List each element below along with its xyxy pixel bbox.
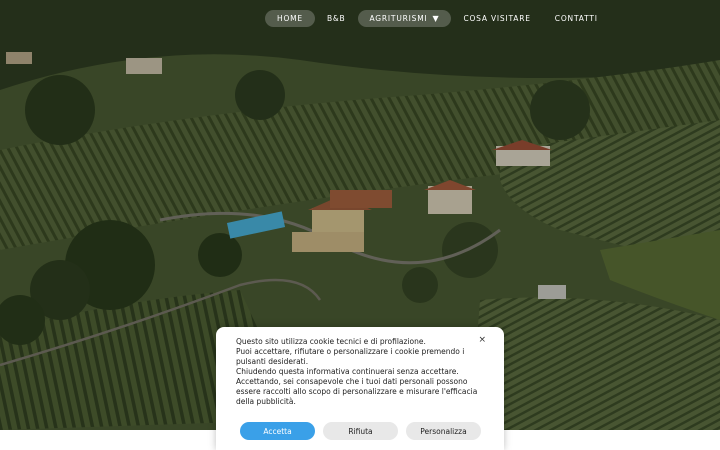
reject-button[interactable]: Rifiuta xyxy=(323,422,398,440)
nav-item-label: B&B xyxy=(326,13,346,23)
cookie-message: Questo sito utilizza cookie tecnici e di… xyxy=(236,337,486,407)
nav-item-home[interactable]: HOME xyxy=(265,9,315,27)
nav-item-contatti[interactable]: CONTATTI xyxy=(543,10,610,27)
nav-item-label: AGRITURISMI xyxy=(369,13,428,23)
accept-button[interactable]: Accetta xyxy=(240,422,315,440)
cookie-message-line: Accettando, sei consapevole che i tuoi d… xyxy=(236,377,478,406)
cookie-message-line: Puoi accettare, rifiutare o personalizza… xyxy=(236,347,465,366)
nav-item-label: COSA VISITARE xyxy=(463,13,531,23)
nav-item-label: HOME xyxy=(277,13,303,23)
nav-item-label: CONTATTI xyxy=(554,13,598,23)
cookie-actions: Accetta Rifiuta Personalizza xyxy=(240,422,481,440)
caret-down-icon: ▼ xyxy=(432,13,440,23)
nav-item-cosa-visitare[interactable]: COSA VISITARE xyxy=(451,10,542,27)
nav-item-agriturismi[interactable]: AGRITURISMI ▼ xyxy=(357,9,452,27)
cookie-message-line: Questo sito utilizza cookie tecnici e di… xyxy=(236,337,426,346)
main-navigation: HOME B&B AGRITURISMI ▼ COSA VISITARE CON… xyxy=(265,9,610,27)
nav-item-bnb[interactable]: B&B xyxy=(315,10,358,27)
customize-button[interactable]: Personalizza xyxy=(406,422,481,440)
cookie-consent-banner: × Questo sito utilizza cookie tecnici e … xyxy=(216,327,504,450)
cookie-message-line: Chiudendo questa informativa continuerai… xyxy=(236,367,459,376)
